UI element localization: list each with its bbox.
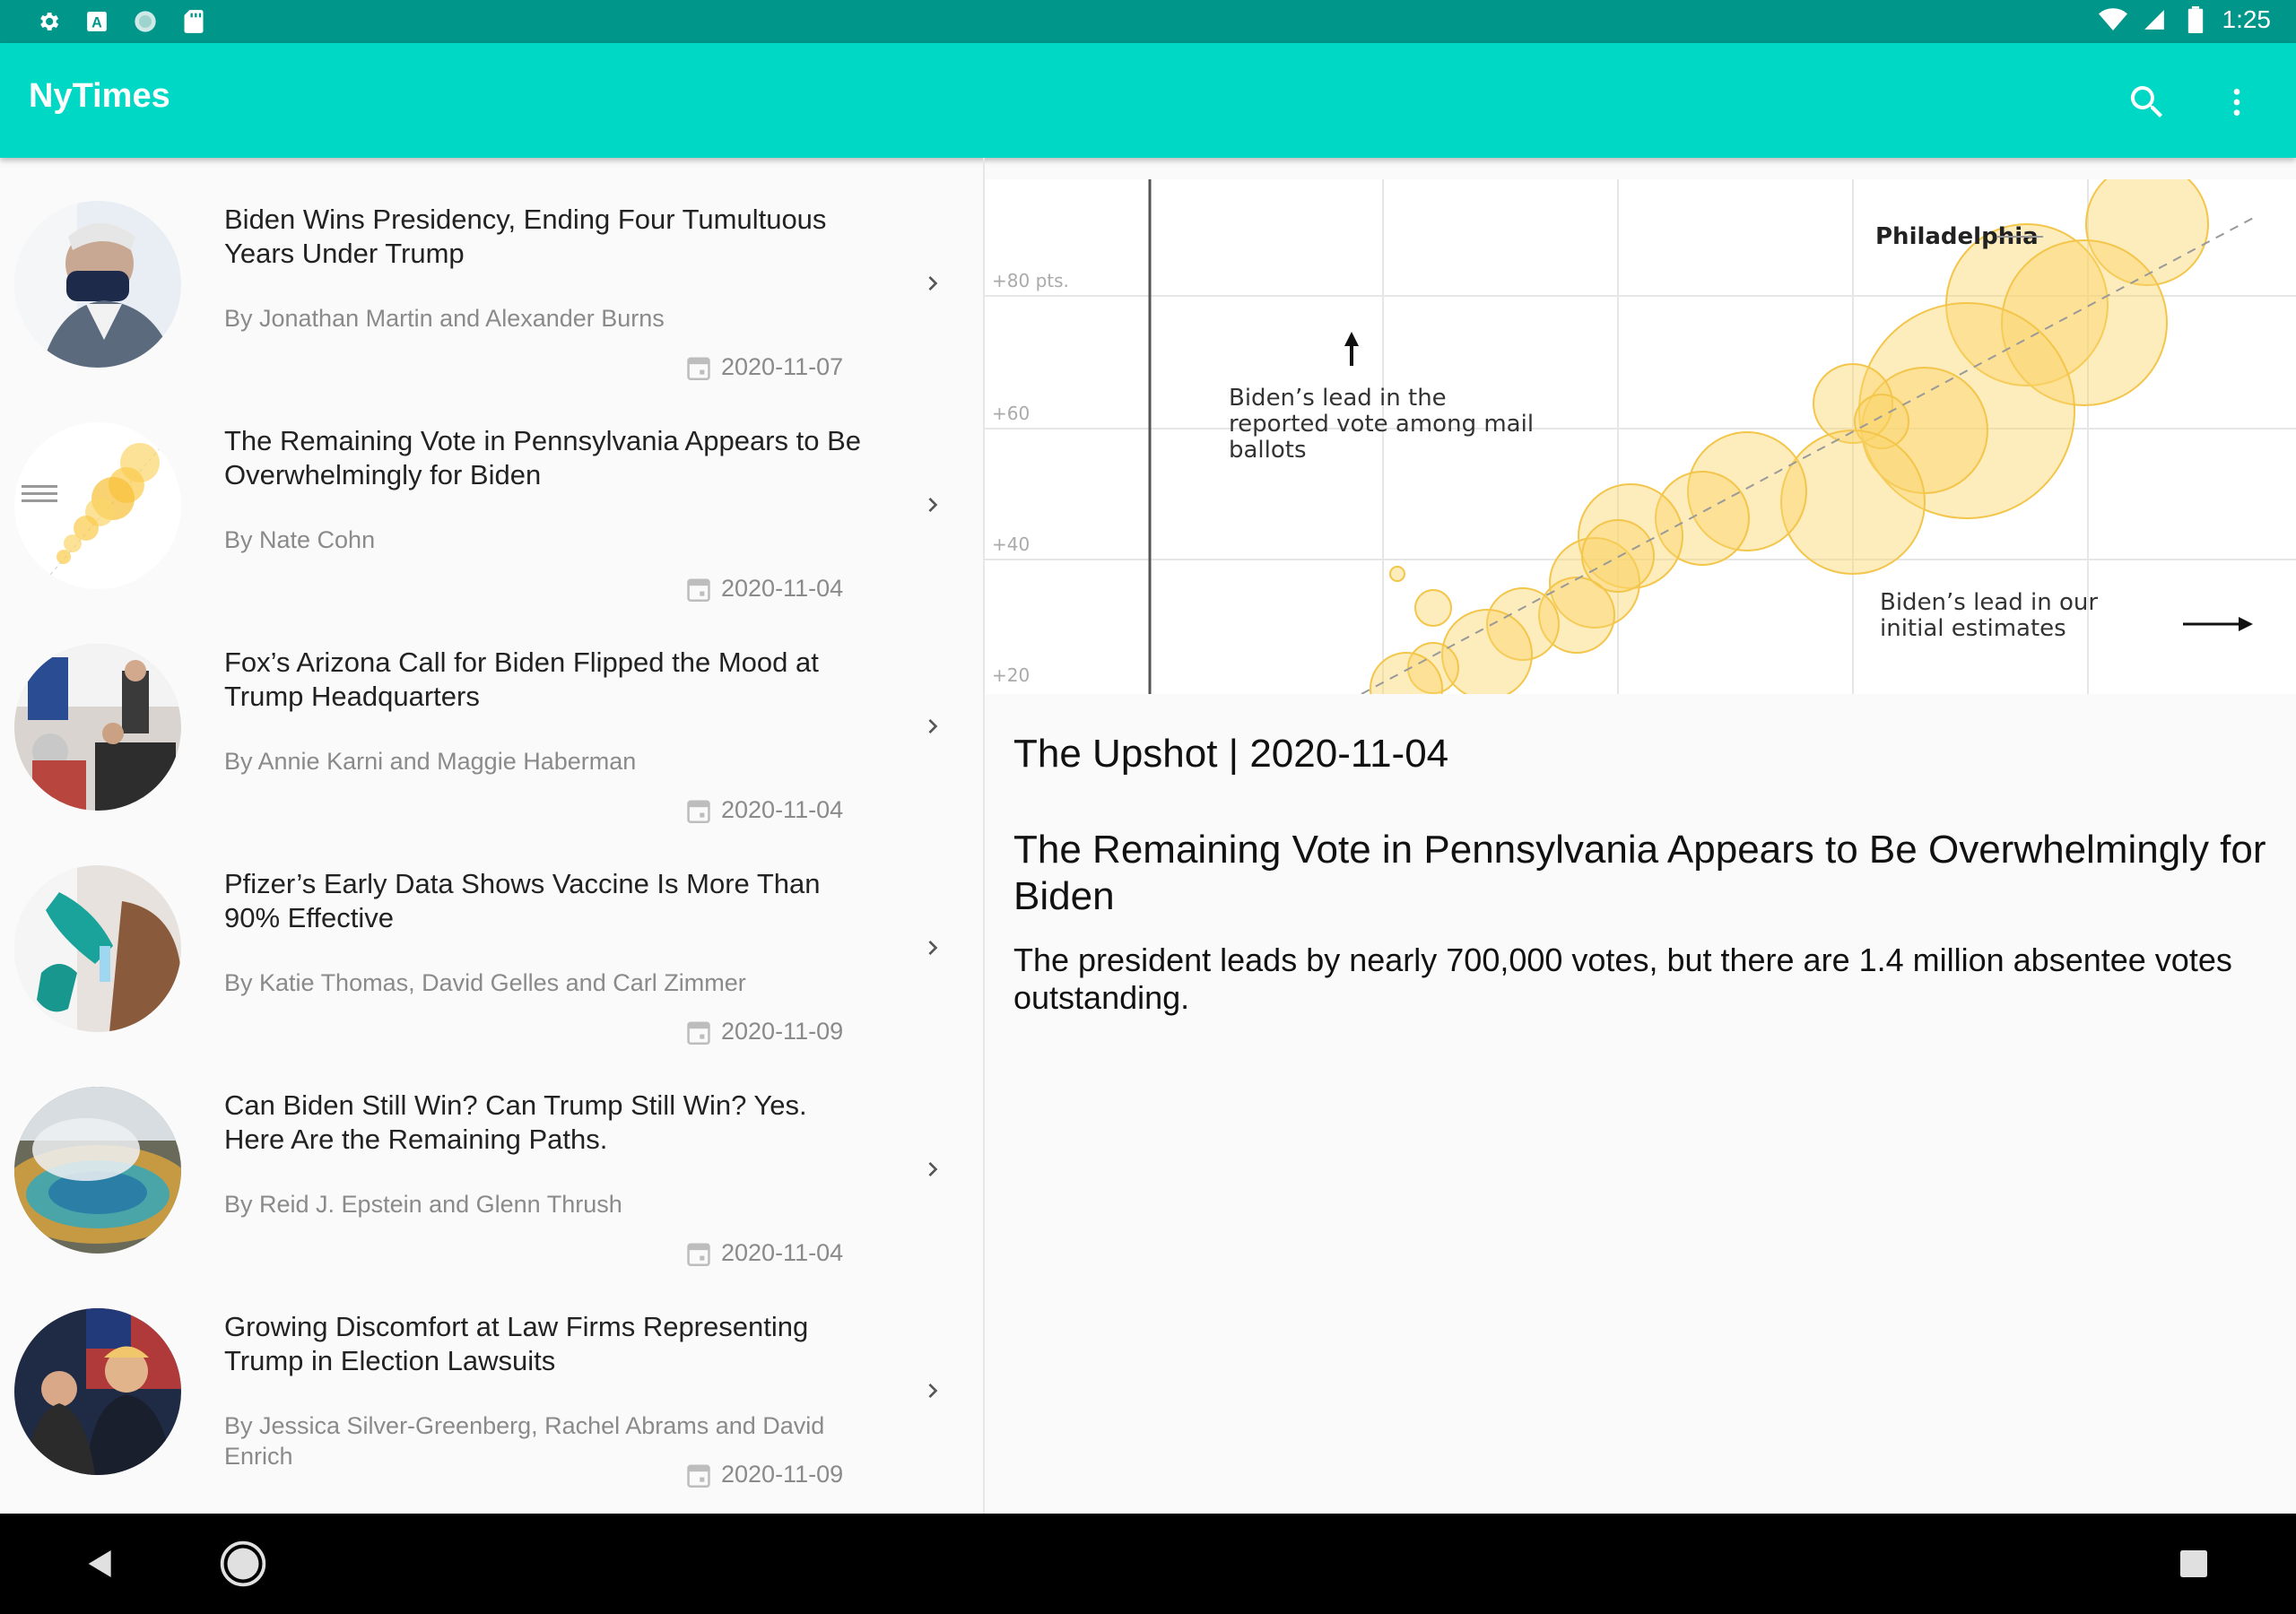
calendar-icon — [687, 357, 710, 380]
svg-text:A: A — [91, 15, 102, 31]
article-date: 2020-11-04 — [687, 1239, 843, 1267]
article-byline: By Jonathan Martin and Alexander Burns — [224, 305, 665, 332]
article-title: Pfizer’s Early Data Shows Vaccine Is Mor… — [224, 868, 821, 933]
article-byline: By Nate Cohn — [224, 526, 376, 553]
search-button[interactable] — [2124, 79, 2170, 126]
sd-card-icon — [179, 7, 208, 36]
article-thumbnail — [14, 1087, 181, 1254]
more-options-button[interactable] — [2213, 79, 2260, 126]
hero-y-tick: +60 — [992, 403, 1030, 424]
list-item[interactable]: Can Biden Still Win? Can Trump Still Win… — [0, 1044, 983, 1267]
gear-icon — [34, 7, 63, 36]
article-abstract: The president leads by nearly 700,000 vo… — [1013, 941, 2232, 1016]
recents-icon — [2180, 1550, 2207, 1577]
article-title: The Remaining Vote in Pennsylvania Appea… — [224, 425, 862, 490]
article-detail: +80 pts. +60 +40 +20 Philadelphia Biden’… — [985, 158, 2296, 1514]
chevron-right-icon[interactable] — [918, 933, 947, 962]
calendar-icon — [687, 578, 710, 602]
clock: 1:25 — [2222, 5, 2272, 33]
article-date: 2020-11-04 — [687, 796, 843, 824]
article-thumbnail — [14, 422, 181, 589]
recents-button[interactable] — [2169, 1539, 2219, 1589]
article-date: 2020-11-04 — [687, 575, 843, 603]
battery-icon — [2181, 5, 2210, 34]
home-button[interactable] — [218, 1539, 268, 1589]
hero-y-tick: +40 — [992, 534, 1030, 555]
article-headline: The Remaining Vote in Pennsylvania Appea… — [1013, 828, 2266, 918]
home-icon — [220, 1540, 266, 1587]
chevron-right-icon[interactable] — [918, 1376, 947, 1405]
article-section-date: The Upshot | 2020-11-04 — [1013, 732, 1449, 776]
article-byline: By Annie Karni and Maggie Haberman — [224, 748, 637, 775]
hero-label-x: Biden’s lead in our initial estimates — [1880, 590, 2099, 642]
article-date-text: 2020-11-09 — [721, 1018, 844, 1045]
article-thumbnail — [14, 865, 181, 1032]
app-bar: NyTimes — [0, 43, 2296, 158]
calendar-icon — [687, 1243, 710, 1266]
more-vert-icon — [2233, 89, 2240, 116]
article-date-text: 2020-11-04 — [721, 575, 844, 602]
article-hero-image: +80 pts. +60 +40 +20 Philadelphia Biden’… — [985, 179, 2296, 694]
system-nav-bar — [0, 1514, 2296, 1614]
wifi-icon — [2098, 5, 2127, 34]
list-item[interactable]: The Remaining Vote in Pennsylvania Appea… — [0, 379, 983, 603]
article-thumbnail — [14, 1308, 181, 1475]
article-thumbnail — [14, 644, 181, 811]
calendar-icon — [687, 1021, 710, 1045]
hero-label-y: Biden’s lead in the reported vote among … — [1229, 386, 1535, 464]
article-title: Growing Discomfort at Law Firms Represen… — [224, 1311, 809, 1376]
hero-y-tick: +80 pts. — [992, 270, 1069, 291]
article-title: Biden Wins Presidency, Ending Four Tumul… — [224, 204, 827, 269]
calendar-icon — [687, 1464, 710, 1488]
article-date-text: 2020-11-09 — [721, 1461, 844, 1488]
article-date: 2020-11-09 — [687, 1461, 843, 1488]
article-title: Can Biden Still Win? Can Trump Still Win… — [224, 1089, 807, 1155]
back-icon — [88, 1550, 111, 1577]
a-badge-icon: A — [83, 7, 111, 36]
article-date: 2020-11-07 — [687, 353, 843, 381]
list-item[interactable]: Fox’s Arizona Call for Biden Flipped the… — [0, 601, 983, 824]
status-bar: A 1:25 — [0, 0, 2296, 43]
hero-y-tick: +20 — [992, 664, 1030, 686]
back-button[interactable] — [75, 1539, 126, 1589]
search-icon — [2130, 86, 2162, 117]
article-date: 2020-11-09 — [687, 1018, 843, 1046]
article-date-text: 2020-11-04 — [721, 1239, 844, 1266]
article-date-text: 2020-11-04 — [721, 796, 844, 823]
article-byline: By Reid J. Epstein and Glenn Thrush — [224, 1191, 622, 1218]
article-title: Fox’s Arizona Call for Biden Flipped the… — [224, 646, 819, 712]
article-byline: By Katie Thomas, David Gelles and Carl Z… — [224, 969, 746, 996]
signal-icon — [2140, 5, 2169, 34]
article-list[interactable]: Biden Wins Presidency, Ending Four Tumul… — [0, 158, 983, 1514]
chevron-right-icon[interactable] — [918, 269, 947, 298]
article-date-text: 2020-11-07 — [721, 353, 844, 380]
circle-icon — [131, 7, 160, 36]
list-item[interactable]: Pfizer’s Early Data Shows Vaccine Is Mor… — [0, 822, 983, 1046]
list-item[interactable]: Growing Discomfort at Law Firms Represen… — [0, 1265, 983, 1488]
article-thumbnail — [14, 201, 181, 368]
app-title: NyTimes — [29, 77, 170, 115]
calendar-icon — [687, 800, 710, 823]
list-item[interactable]: Biden Wins Presidency, Ending Four Tumul… — [0, 158, 983, 381]
chevron-right-icon[interactable] — [918, 712, 947, 741]
chevron-right-icon[interactable] — [918, 1155, 947, 1184]
chevron-right-icon[interactable] — [918, 490, 947, 519]
